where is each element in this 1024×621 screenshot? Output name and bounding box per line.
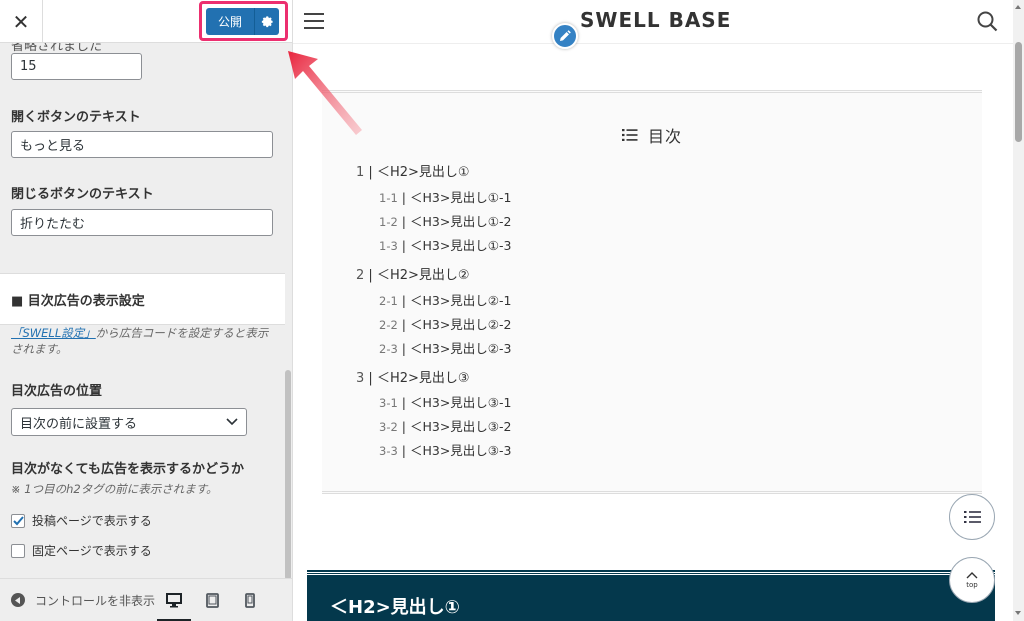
check-post-row[interactable]: 投稿ページで表示する	[11, 512, 152, 529]
chevron-up-icon	[966, 571, 978, 578]
toc-title-row: 目次	[322, 123, 982, 147]
back-to-top-button[interactable]: top	[949, 557, 995, 603]
table-of-contents: 目次 1 | ＜H2>見出し① 1-1 | ＜H3>見出し①-1 1-2 | ＜…	[322, 90, 982, 494]
search-icon[interactable]	[977, 11, 998, 32]
checkbox-page[interactable]	[11, 543, 25, 558]
toc-title: 目次	[647, 127, 682, 146]
panel-scrollbar[interactable]	[285, 370, 291, 580]
toc-text: ＜H2>見出し③	[376, 371, 470, 386]
top-label: top	[966, 580, 978, 589]
toc-text: ＜H3>見出し②-3	[409, 341, 512, 356]
menu-icon[interactable]	[304, 13, 324, 34]
toc-num: 1	[356, 165, 365, 180]
controls-scroll-area[interactable]: 省略されました 15 開くボタンのテキスト もっと見る 閉じるボタンのテキスト …	[0, 43, 285, 578]
close-icon: ✕	[12, 9, 30, 34]
toc-text: ＜H3>見出し③-2	[409, 419, 512, 434]
tablet-preview-button[interactable]	[193, 579, 231, 621]
tablet-icon	[205, 592, 219, 608]
checkmark-icon	[12, 515, 24, 525]
toc-num: 3-3	[379, 444, 398, 458]
toc-subitem[interactable]: 1-3 | ＜H3>見出し①-3	[379, 235, 511, 254]
ad-position-select[interactable]: 目次の前に設置する	[11, 408, 247, 436]
panel-header: ✕ 公開	[0, 0, 292, 43]
publish-button[interactable]: 公開	[206, 8, 279, 35]
toc-num: 3-2	[379, 420, 398, 434]
toc-num: 3	[356, 371, 365, 386]
toc-text: ＜H3>見出し③-1	[409, 395, 512, 410]
toc-text: ＜H3>見出し①-1	[409, 190, 512, 205]
list-icon	[963, 511, 981, 523]
toc-num: 1-3	[379, 239, 398, 253]
toc-text: ＜H3>見出し①-2	[409, 214, 512, 229]
hide-controls-label: コントロールを非表示	[34, 593, 155, 608]
site-title[interactable]: SWELL BASE	[580, 8, 731, 32]
preview-scrollbar[interactable]	[1013, 0, 1024, 621]
mobile-preview-button[interactable]	[231, 579, 269, 621]
toc-float-button[interactable]	[949, 494, 995, 540]
toc-text: ＜H3>見出し③-3	[409, 443, 512, 458]
toc-subitem[interactable]: 1-1 | ＜H3>見出し①-1	[379, 187, 511, 206]
scroll-down-arrow-icon[interactable]	[1015, 611, 1021, 615]
ad-position-label: 目次広告の位置	[11, 384, 103, 399]
site-preview[interactable]: SWELL BASE 目次 1 | ＜H2>見出し① 1-1 | ＜H3>見出し…	[293, 0, 1024, 621]
gear-icon[interactable]	[255, 15, 279, 28]
show-ad-label: 目次がなくても広告を表示するかどうか	[11, 462, 244, 477]
show-ad-note: ※ 1つ目のh2タグの前に表示されます。	[11, 482, 218, 496]
toc-num: 3-1	[379, 396, 398, 410]
count-input[interactable]: 15	[11, 53, 142, 80]
panel-footer: コントロールを非表示	[0, 578, 292, 621]
toc-text: ＜H3>見出し①-3	[409, 238, 512, 253]
toc-subitem[interactable]: 3-1 | ＜H3>見出し③-1	[379, 392, 511, 411]
check-page-row[interactable]: 固定ページで表示する	[11, 542, 152, 559]
toc-num: 2	[356, 268, 365, 283]
toc-subitem[interactable]: 2-1 | ＜H3>見出し②-1	[379, 290, 511, 309]
toc-item[interactable]: 1 | ＜H2>見出し①	[356, 161, 470, 180]
collapse-icon	[11, 593, 25, 607]
close-text-input[interactable]: 折りたたむ	[11, 209, 273, 236]
ad-position-value: 目次の前に設置する	[20, 416, 138, 432]
site-header: SWELL BASE	[293, 0, 1013, 44]
swell-settings-link[interactable]: 「SWELL設定」	[11, 326, 96, 340]
toc-subitem[interactable]: 3-2 | ＜H3>見出し③-2	[379, 416, 511, 435]
mobile-icon	[245, 592, 255, 608]
check-post-label: 投稿ページで表示する	[32, 514, 152, 528]
h2-heading-bar: ＜H2>見出し①	[307, 572, 995, 621]
toc-text: ＜H3>見出し②-1	[409, 293, 512, 308]
toc-text: ＜H2>見出し②	[376, 268, 470, 283]
toc-text: ＜H3>見出し②-2	[409, 317, 512, 332]
publish-label: 公開	[218, 15, 243, 29]
open-text-input[interactable]: もっと見る	[11, 131, 273, 158]
list-icon	[621, 129, 638, 141]
toc-text: ＜H2>見出し①	[376, 165, 470, 180]
toc-subitem[interactable]: 3-3 | ＜H3>見出し③-3	[379, 440, 511, 459]
toc-subitem[interactable]: 2-2 | ＜H3>見出し②-2	[379, 314, 511, 333]
toc-num: 2-2	[379, 318, 398, 332]
h2-heading-text: ＜H2>見出し①	[330, 597, 460, 618]
desktop-icon	[166, 592, 182, 607]
hide-controls-button[interactable]: コントロールを非表示	[0, 592, 155, 609]
customizer-panel: ✕ 公開 省略されました 15 開くボタンのテキスト もっと見る 閉じるボタンの…	[0, 0, 293, 621]
toc-subitem[interactable]: 2-3 | ＜H3>見出し②-3	[379, 338, 511, 357]
checkbox-post[interactable]	[11, 513, 25, 528]
toc-item[interactable]: 3 | ＜H2>見出し③	[356, 367, 470, 386]
section-title: ■ 目次広告の表示設定	[0, 273, 285, 325]
check-page-label: 固定ページで表示する	[32, 544, 152, 558]
scroll-up-arrow-icon[interactable]	[1015, 5, 1021, 9]
toc-num: 2-1	[379, 294, 398, 308]
toc-item[interactable]: 2 | ＜H2>見出し②	[356, 264, 470, 283]
desktop-preview-button[interactable]	[155, 579, 193, 621]
toc-num: 2-3	[379, 342, 398, 356]
toc-num: 1-2	[379, 215, 398, 229]
toc-subitem[interactable]: 1-2 | ＜H3>見出し①-2	[379, 211, 511, 230]
ad-description: 「SWELL設定」から広告コードを設定すると表示されます。	[11, 325, 276, 357]
close-text-label: 閉じるボタンのテキスト	[11, 187, 154, 202]
toc-num: 1-1	[379, 191, 398, 205]
chevron-down-icon	[226, 418, 238, 426]
open-text-label: 開くボタンのテキスト	[11, 110, 141, 125]
edit-shortcut-pencil-icon[interactable]	[552, 23, 578, 49]
scrollbar-thumb[interactable]	[1015, 42, 1022, 142]
close-button[interactable]: ✕	[0, 0, 43, 43]
